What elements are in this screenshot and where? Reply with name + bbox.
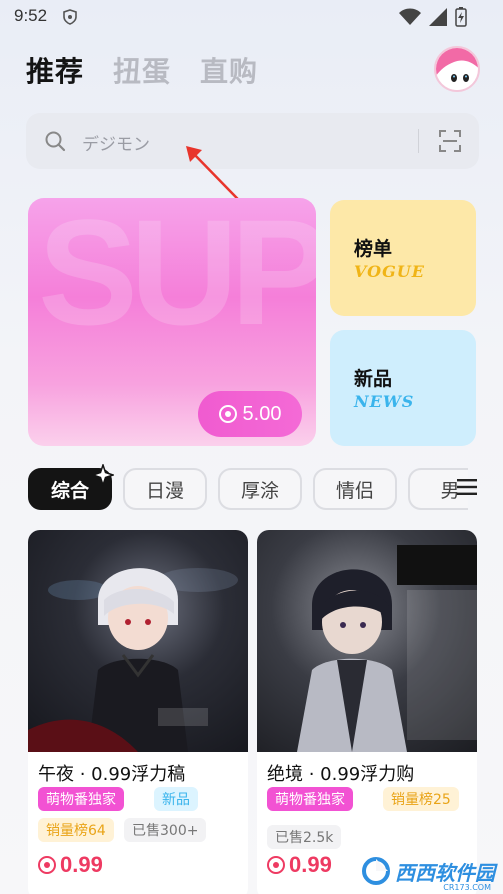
product-card[interactable]: 绝境 · 0.99浮力购 萌物番独家 销量榜25 已售2.5k 0.99 xyxy=(257,530,477,894)
rank-card-title: 榜单 xyxy=(354,238,393,260)
top-tabs: 推荐 扭蛋 直购 xyxy=(26,50,258,90)
chip-thick-paint[interactable]: 厚涂 xyxy=(218,468,302,510)
search-divider xyxy=(418,129,419,153)
watermark-sub: CR173.COM xyxy=(443,883,491,892)
new-tag: 新品 xyxy=(154,787,198,811)
chip-label: 厚涂 xyxy=(240,479,279,502)
new-card-subtitle: NEWS xyxy=(354,392,415,411)
character-illustration xyxy=(297,545,477,752)
tab-gacha[interactable]: 扭蛋 xyxy=(113,50,171,90)
product-image xyxy=(257,530,477,752)
category-chips: 综合 日漫 厚涂 情侣 男 xyxy=(28,464,468,516)
sold-tag: 已售300+ xyxy=(124,818,207,842)
product-image xyxy=(28,530,248,752)
product-name: 绝境 · 0.99浮力购 xyxy=(267,764,415,785)
new-card-title: 新品 xyxy=(354,368,393,390)
watermark-text: 西西软件园 xyxy=(395,860,495,885)
chip-couple[interactable]: 情侣 xyxy=(313,468,397,510)
exclusive-tag: 萌物番独家 xyxy=(267,787,353,811)
avatar[interactable] xyxy=(434,46,480,92)
coin-icon xyxy=(267,856,285,874)
tab-direct-buy[interactable]: 直购 xyxy=(200,50,258,90)
chip-japanese-comic[interactable]: 日漫 xyxy=(123,468,207,510)
main-banner[interactable]: SUPI 5.00 xyxy=(28,198,316,446)
chip-label: 综合 xyxy=(50,479,89,502)
avatar-icon xyxy=(436,48,478,90)
banner-price-button[interactable]: 5.00 xyxy=(198,391,302,437)
watermark: 西西软件园 CR173.COM xyxy=(361,856,495,892)
rank-card[interactable]: 榜单 VOGUE xyxy=(330,200,476,316)
product-card[interactable]: 午夜 · 0.99浮力稿 萌物番独家 新品 销量榜64 已售300+ 0.99 xyxy=(28,530,248,894)
status-bar: 9:52 xyxy=(0,0,503,34)
shield-icon xyxy=(63,9,77,25)
sparkle-icon xyxy=(92,464,114,486)
coin-icon xyxy=(218,405,237,423)
product-price: 0.99 xyxy=(267,852,332,878)
character-illustration xyxy=(28,568,238,752)
watermark-logo-icon xyxy=(362,857,390,885)
chip-label: 日漫 xyxy=(145,479,184,502)
rank-card-subtitle: VOGUE xyxy=(354,262,425,281)
tab-recommend[interactable]: 推荐 xyxy=(26,50,84,90)
battery-icon xyxy=(455,7,467,27)
signal-icon xyxy=(429,8,447,26)
banner-decor: SUPI xyxy=(38,198,316,356)
menu-icon[interactable] xyxy=(457,478,477,496)
wifi-icon xyxy=(399,8,421,25)
status-time: 9:52 xyxy=(14,6,48,25)
banner-price: 5.00 xyxy=(242,402,282,425)
scan-icon[interactable] xyxy=(439,130,461,152)
sold-tag: 已售2.5k xyxy=(267,825,342,849)
search-input[interactable]: デジモン xyxy=(82,130,150,155)
search-icon xyxy=(45,131,66,152)
chip-label: 情侣 xyxy=(335,479,374,502)
product-price: 0.99 xyxy=(38,852,103,878)
exclusive-tag: 萌物番独家 xyxy=(38,787,124,811)
rank-tag: 销量榜64 xyxy=(38,818,114,842)
coin-icon xyxy=(38,856,56,874)
product-name: 午夜 · 0.99浮力稿 xyxy=(38,764,186,785)
rank-tag: 销量榜25 xyxy=(383,787,459,811)
new-card[interactable]: 新品 NEWS xyxy=(330,330,476,446)
